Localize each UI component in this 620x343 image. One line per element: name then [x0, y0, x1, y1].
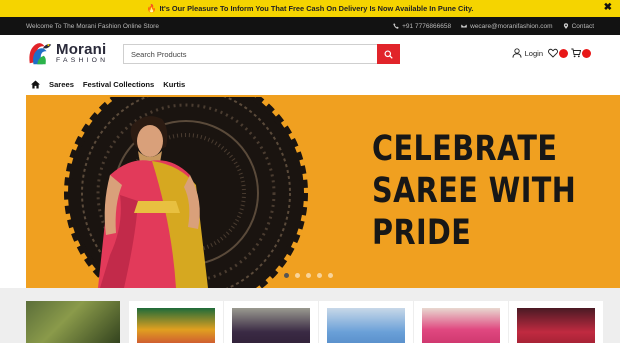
- product-thumbnail: [517, 308, 595, 343]
- search-icon: [384, 49, 393, 59]
- nav-item-sarees[interactable]: Sarees: [49, 80, 74, 89]
- contact-label: Contact: [571, 22, 594, 30]
- search-input[interactable]: [123, 44, 377, 64]
- peacock-logo-icon: [29, 43, 52, 65]
- brand-name: Morani: [56, 40, 107, 58]
- contact-link[interactable]: Contact: [563, 23, 594, 30]
- carousel-dot[interactable]: [284, 273, 289, 278]
- brand-tagline: FASHION: [56, 56, 109, 64]
- wishlist-heart-icon[interactable]: [548, 48, 558, 58]
- saree-model-image: [98, 116, 208, 288]
- product-card[interactable]: [129, 301, 223, 343]
- carousel-dot[interactable]: [295, 273, 300, 278]
- close-icon[interactable]: ✖: [604, 2, 612, 13]
- main-navigation: Sarees Festival Collections Kurtis: [0, 73, 620, 95]
- product-thumbnail: [327, 308, 405, 343]
- search-button[interactable]: [377, 44, 400, 64]
- phone-number: +91 7776866658: [402, 22, 452, 30]
- user-icon: [512, 48, 522, 58]
- product-thumbnail: [26, 301, 120, 343]
- fire-icon: 🔥: [146, 4, 157, 13]
- email-link[interactable]: wecare@moranifashion.com: [461, 22, 553, 30]
- email-address: wecare@moranifashion.com: [470, 22, 553, 30]
- login-label: Login: [524, 48, 543, 58]
- headline-line-3: PRIDE: [372, 213, 472, 253]
- product-card[interactable]: [509, 301, 603, 343]
- login-button[interactable]: Login: [512, 48, 543, 58]
- phone-link[interactable]: +91 7776866658: [393, 23, 451, 30]
- product-card[interactable]: [414, 301, 508, 343]
- product-strip: [0, 288, 620, 343]
- top-info-bar: Welcome To The Morani Fashion Online Sto…: [0, 17, 620, 35]
- header-actions: Login: [512, 48, 594, 58]
- phone-icon: [393, 23, 399, 29]
- brand-logo[interactable]: Morani FASHION: [26, 39, 108, 67]
- hero-headline: CELEBRATE SAREE WITH PRIDE: [372, 128, 577, 254]
- home-icon[interactable]: [31, 79, 40, 89]
- map-pin-icon: [563, 23, 568, 29]
- search-bar: [123, 44, 400, 64]
- welcome-text: Welcome To The Morani Fashion Online Sto…: [26, 22, 159, 30]
- site-header: Morani FASHION Login: [0, 35, 620, 73]
- carousel-dot[interactable]: [317, 273, 322, 278]
- announcement-bar: 🔥 It's Our Pleasure To Inform You That F…: [0, 0, 620, 17]
- product-card[interactable]: [319, 301, 413, 343]
- product-thumbnail: [137, 308, 215, 343]
- carousel-dot[interactable]: [306, 273, 311, 278]
- product-card[interactable]: [26, 301, 120, 343]
- headline-line-1: CELEBRATE: [372, 129, 558, 169]
- product-card[interactable]: [224, 301, 318, 343]
- nav-item-kurtis[interactable]: Kurtis: [163, 80, 185, 89]
- product-thumbnail: [232, 308, 310, 343]
- envelope-icon: [461, 23, 468, 29]
- hero-banner[interactable]: CELEBRATE SAREE WITH PRIDE: [0, 95, 620, 288]
- product-thumbnail: [422, 308, 500, 343]
- carousel-dots: [284, 273, 333, 278]
- nav-item-festival-collections[interactable]: Festival Collections: [83, 80, 154, 89]
- cart-icon[interactable]: [571, 48, 581, 58]
- hero-left-edge: [0, 95, 26, 288]
- headline-line-2: SAREE WITH: [372, 171, 577, 211]
- carousel-dot[interactable]: [328, 273, 333, 278]
- cart-count-badge: [582, 48, 591, 58]
- announcement-text: It's Our Pleasure To Inform You That Fre…: [159, 4, 474, 13]
- contact-links: +91 7776866658 wecare@moranifashion.com …: [393, 23, 594, 30]
- wishlist-count-badge: [559, 48, 568, 58]
